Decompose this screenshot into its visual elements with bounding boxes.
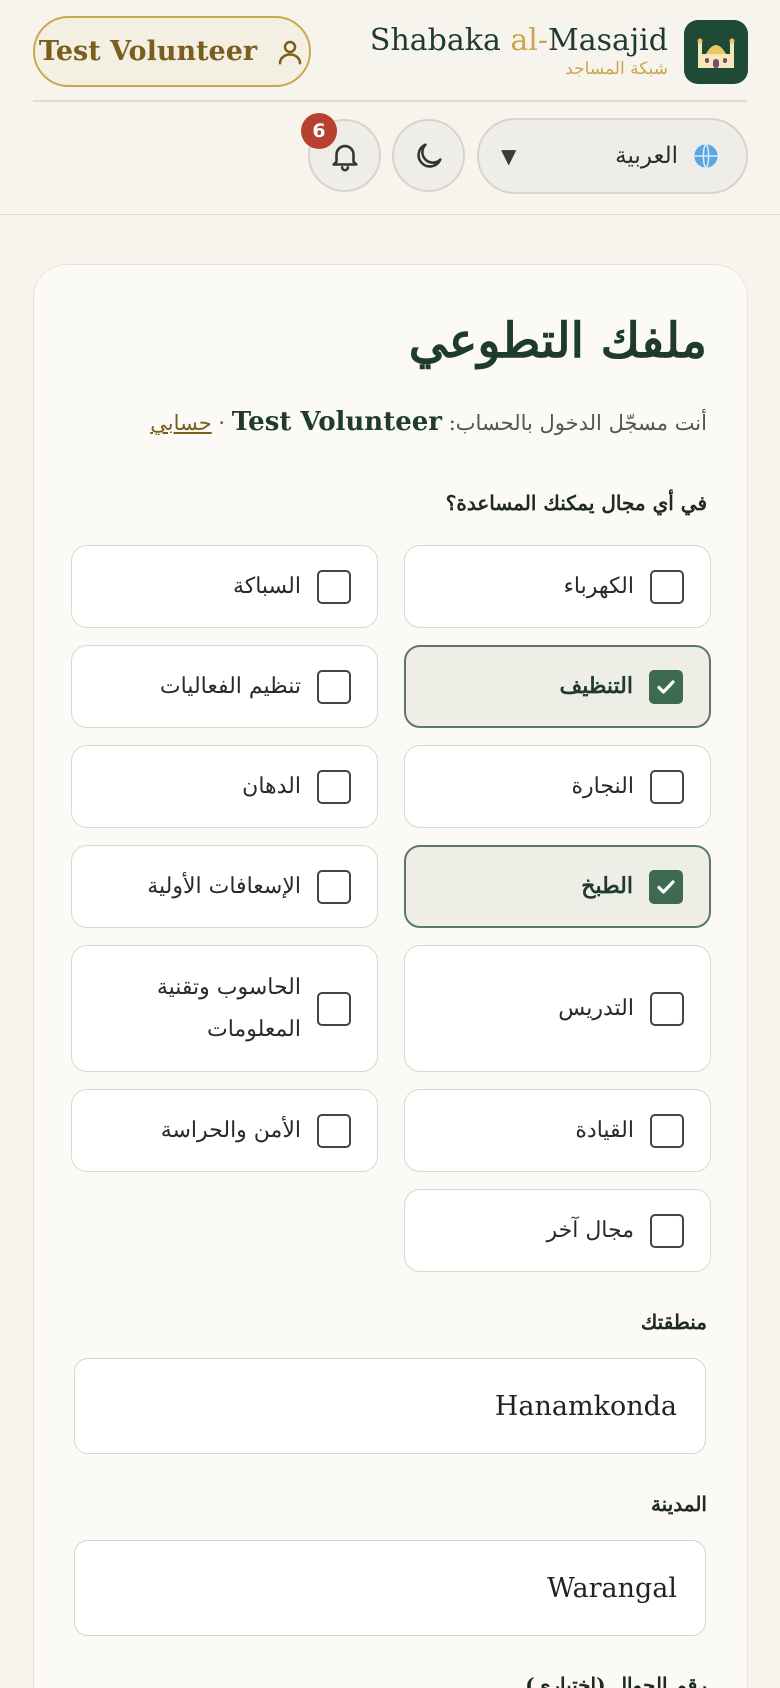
logged-in-info: أنت مسجّل الدخول بالحساب: Test Volunteer… — [150, 407, 707, 437]
checkbox[interactable] — [649, 669, 683, 704]
volunteer-profile-card: ملفك التطوعي أنت مسجّل الدخول بالحساب: T… — [33, 264, 748, 1688]
skill-label: النجارة — [571, 773, 634, 799]
skill-option-carpentry[interactable]: النجارة — [404, 745, 711, 828]
checkbox[interactable] — [649, 869, 683, 904]
skill-option-driving[interactable]: القيادة — [404, 1089, 711, 1172]
skill-label: الكهرباء — [563, 573, 634, 599]
skill-option-first-aid[interactable]: الإسعافات الأولية — [71, 845, 378, 928]
skill-label: تنظيم الفعاليات — [159, 673, 301, 699]
skill-label: السباكة — [232, 573, 301, 599]
skill-label: الأمن والحراسة — [160, 1117, 301, 1143]
checkbox[interactable] — [650, 1113, 684, 1148]
skill-option-teaching[interactable]: التدريس — [404, 945, 711, 1072]
skill-label: الدهان — [242, 773, 301, 799]
skill-option-painting[interactable]: الدهان — [71, 745, 378, 828]
skills-question: في أي مجال يمكنك المساعدة؟ — [445, 491, 707, 515]
skill-option-security[interactable]: الأمن والحراسة — [71, 1089, 378, 1172]
user-account-button[interactable]: Test Volunteer — [33, 16, 311, 87]
checkbox[interactable] — [317, 991, 351, 1026]
theme-toggle-button[interactable] — [392, 119, 465, 192]
user-icon — [278, 40, 302, 64]
skill-label: الإسعافات الأولية — [147, 873, 301, 899]
moon-icon — [416, 142, 442, 168]
notifications-button[interactable]: 6 — [301, 113, 381, 192]
language-select[interactable]: ▼ العربية — [477, 118, 748, 194]
checkmark-icon — [657, 879, 675, 894]
checkbox[interactable] — [317, 669, 351, 704]
skill-label: الحاسوب وتقنية المعلومات — [156, 974, 301, 1042]
city-label: المدينة — [650, 1492, 707, 1516]
checkbox[interactable] — [317, 769, 351, 804]
skill-option-cooking[interactable]: الطبخ — [404, 845, 711, 928]
checkbox[interactable] — [317, 869, 351, 904]
page-title: ملفك التطوعي — [408, 313, 707, 369]
brand-name: Shabaka al-Masajid — [369, 23, 668, 59]
checkbox[interactable] — [650, 569, 684, 604]
skill-option-computers-it[interactable]: الحاسوب وتقنية المعلومات — [71, 945, 378, 1072]
checkbox[interactable] — [317, 1113, 351, 1148]
city-input[interactable] — [74, 1540, 706, 1636]
chevron-down-icon: ▼ — [501, 144, 517, 168]
language-selected-value: العربية — [615, 143, 678, 169]
skill-label: القيادة — [575, 1117, 634, 1143]
separator: · — [218, 411, 226, 435]
checkmark-icon — [657, 679, 675, 694]
skill-option-other[interactable]: مجال آخر — [404, 1189, 711, 1272]
skill-option-plumbing[interactable]: السباكة — [71, 545, 378, 628]
skill-option-electricity[interactable]: الكهرباء — [404, 545, 711, 628]
bell-icon — [331, 144, 358, 171]
brand[interactable]: Shabaka al-Masajid شبكة المساجد — [370, 19, 748, 85]
my-account-link[interactable]: حسابي — [150, 411, 211, 435]
area-input[interactable] — [74, 1358, 706, 1454]
skill-label: مجال آخر — [546, 1217, 634, 1243]
mosque-logo-icon — [684, 20, 748, 84]
app-header: Test Volunteer Shabaka al-Masajid شبكة ا… — [0, 0, 780, 215]
checkbox[interactable] — [650, 769, 684, 804]
phone-label: رقم الجوال (اختياري) — [525, 1673, 707, 1688]
header-divider — [33, 100, 747, 102]
logged-in-prefix: أنت مسجّل الدخول بالحساب: — [448, 411, 707, 435]
checkbox[interactable] — [650, 1213, 684, 1248]
skill-label: التدريس — [558, 995, 634, 1021]
notification-count-badge: 6 — [301, 113, 337, 149]
checkbox[interactable] — [317, 569, 351, 604]
brand-subtitle: شبكة المساجد — [565, 59, 668, 80]
skill-option-event-organizing[interactable]: تنظيم الفعاليات — [71, 645, 378, 728]
user-account-label: Test Volunteer — [38, 36, 258, 67]
skill-label: الطبخ — [581, 872, 633, 899]
globe-icon — [694, 143, 718, 169]
checkbox[interactable] — [650, 991, 684, 1026]
skill-label: التنظيف — [559, 672, 633, 699]
username: Test Volunteer — [231, 407, 443, 437]
skill-option-cleaning[interactable]: التنظيف — [404, 645, 711, 728]
area-label: منطقتك — [640, 1310, 707, 1334]
